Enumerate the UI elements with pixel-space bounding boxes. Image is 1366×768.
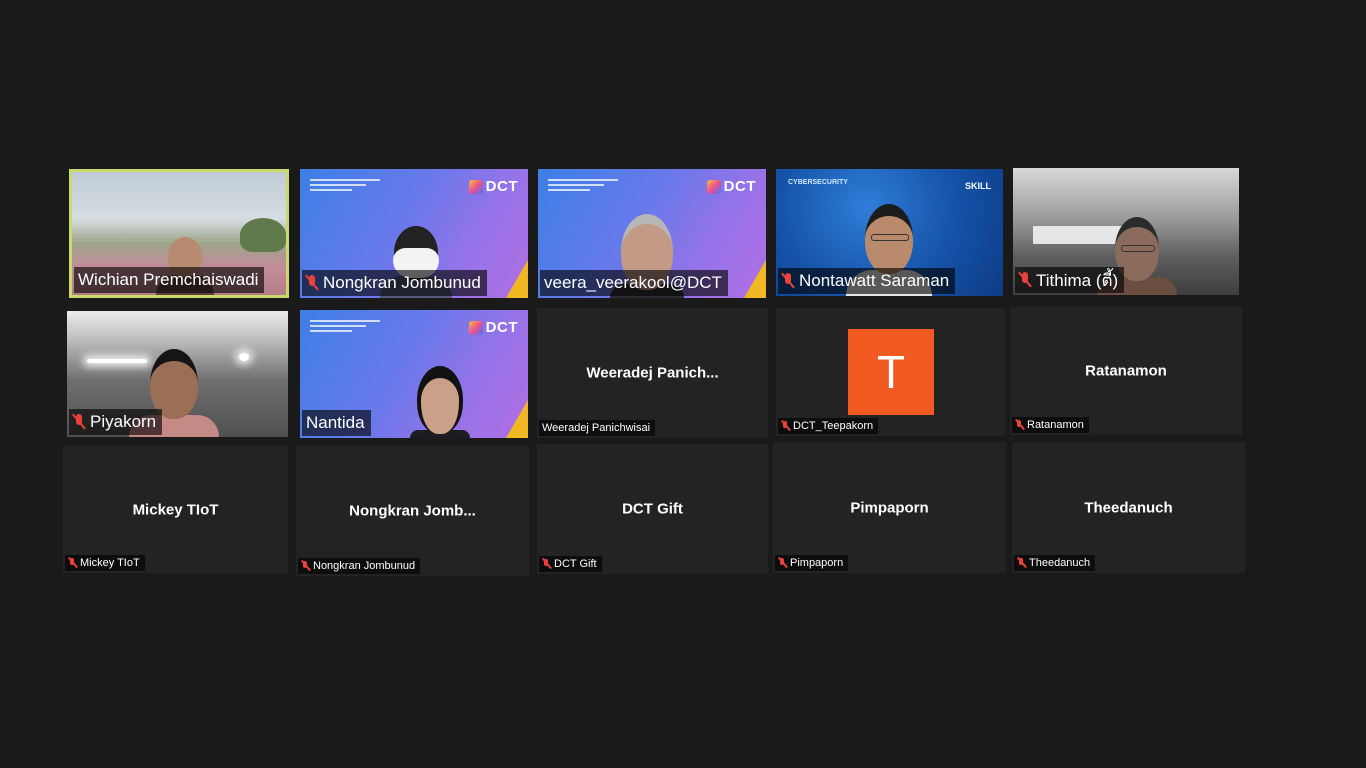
participant-name: veera_veerakool@DCT: [544, 273, 722, 292]
corner-accent: [744, 260, 766, 298]
video-tile-ratanamon[interactable]: Ratanamon Ratanamon: [1010, 307, 1242, 435]
glasses: [1121, 245, 1155, 252]
participant-name: Wichian Premchaiswadi: [78, 270, 259, 289]
participant-name-tag: Tithima (ตี้): [1015, 267, 1125, 293]
slide-text: [548, 179, 618, 194]
video-tile-nantida[interactable]: DCT Nantida: [300, 310, 528, 438]
participant-name-tag: Pimpaporn: [775, 555, 849, 571]
participant-figure: [410, 366, 470, 438]
video-tile-nongkran-2[interactable]: Nongkran Jomb... Nongkran Jombunud: [296, 445, 529, 576]
video-tile-pimpaporn[interactable]: Pimpaporn Pimpaporn: [773, 442, 1006, 573]
glasses: [871, 234, 909, 241]
participant-display-name: Theedanuch: [1084, 499, 1173, 516]
participant-display-name: Ratanamon: [1085, 362, 1167, 380]
participant-name: Tithima (ตี้): [1036, 270, 1119, 290]
dct-logo: DCT: [468, 178, 518, 195]
participant-name-tag: Nantida: [302, 410, 371, 436]
participant-name: Nontawatt Saraman: [799, 271, 950, 290]
participant-name-tag: Piyakorn: [69, 409, 163, 435]
tree-left: [240, 218, 286, 252]
participant-name: Mickey TIoT: [80, 557, 140, 569]
video-tile-weeradej[interactable]: Weeradej Panich... Weeradej Panichwisai: [537, 308, 768, 438]
mic-off-icon: [73, 414, 85, 430]
video-tile-nongkran[interactable]: DCT Nongkran Jombunud: [300, 169, 528, 298]
participant-name-tag: Weeradej Panichwisai: [539, 420, 656, 436]
dct-logo-icon: [468, 320, 483, 335]
corner-accent: [506, 400, 528, 438]
participant-display-name: Mickey TIoT: [132, 501, 219, 518]
dct-logo-icon: [468, 179, 483, 194]
video-tile-tithima[interactable]: Tithima (ตี้): [1013, 168, 1239, 295]
skill-logo: SKILL: [965, 181, 991, 191]
mic-off-icon: [782, 273, 794, 289]
avatar: T: [848, 329, 934, 415]
video-tile-nontawatt[interactable]: CYBERSECURITY SKILL Nontawatt Saraman: [776, 169, 1003, 296]
participant-name: Piyakorn: [90, 412, 157, 431]
participant-display-name: Weeradej Panich...: [586, 364, 719, 382]
corner-accent: [506, 260, 528, 298]
participant-display-name: Pimpaporn: [850, 499, 929, 516]
mic-off-icon: [542, 558, 550, 570]
participant-name: Nongkran Jombunud: [323, 273, 481, 292]
participant-name-tag: Mickey TIoT: [65, 555, 145, 571]
slide-text: [310, 179, 380, 194]
video-tile-mickey[interactable]: Mickey TIoT Mickey TIoT: [63, 446, 288, 573]
participant-name: Theedanuch: [1029, 557, 1091, 569]
video-tile-teepakorn[interactable]: T DCT_Teepakorn: [776, 308, 1005, 436]
video-tile-dct-gift[interactable]: DCT Gift DCT Gift: [537, 444, 768, 574]
participant-display-name: DCT Gift: [622, 500, 683, 518]
participant-name: Ratanamon: [1027, 419, 1084, 431]
participant-name-tag: DCT_Teepakorn: [778, 418, 879, 434]
participant-name: DCT Gift: [554, 558, 597, 570]
mic-off-icon: [778, 557, 786, 569]
dct-logo: DCT: [468, 319, 518, 336]
mic-off-icon: [781, 420, 789, 432]
dct-logo-icon: [706, 179, 721, 194]
video-tile-piyakorn[interactable]: Piyakorn: [67, 311, 288, 437]
participant-name-tag: Nongkran Jombunud: [298, 558, 421, 574]
participant-name-tag: Ratanamon: [1012, 417, 1089, 433]
video-tile-veera[interactable]: DCT veera_veerakool@DCT: [538, 169, 766, 298]
participant-name: Weeradej Panichwisai: [542, 422, 651, 434]
participant-name: Nongkran Jombunud: [313, 560, 416, 572]
participant-name-tag: veera_veerakool@DCT: [540, 270, 728, 296]
slide-text: [310, 320, 380, 335]
video-tile-wichian[interactable]: Wichian Premchaiswadi: [69, 169, 289, 298]
mic-off-icon: [306, 275, 318, 291]
participant-name-tag: Wichian Premchaiswadi: [74, 267, 265, 293]
participant-name: Nantida: [306, 413, 365, 432]
mic-off-icon: [1019, 272, 1031, 288]
ceiling-light: [239, 353, 249, 361]
participant-name-tag: Nontawatt Saraman: [778, 268, 956, 294]
dct-logo: DCT: [706, 178, 756, 195]
mic-off-icon: [1015, 419, 1023, 431]
video-tile-theedanuch[interactable]: Theedanuch Theedanuch: [1012, 442, 1245, 573]
participant-name: DCT_Teepakorn: [793, 420, 874, 432]
participant-display-name: Nongkran Jomb...: [349, 502, 476, 519]
mic-off-icon: [301, 560, 309, 572]
mic-off-icon: [1017, 557, 1025, 569]
participant-name-tag: DCT Gift: [539, 556, 602, 572]
participant-name-tag: Nongkran Jombunud: [302, 270, 487, 296]
participant-name-tag: Theedanuch: [1014, 555, 1096, 571]
participant-name: Pimpaporn: [790, 557, 844, 569]
mic-off-icon: [68, 557, 76, 569]
cyber-banner: CYBERSECURITY: [788, 179, 848, 186]
